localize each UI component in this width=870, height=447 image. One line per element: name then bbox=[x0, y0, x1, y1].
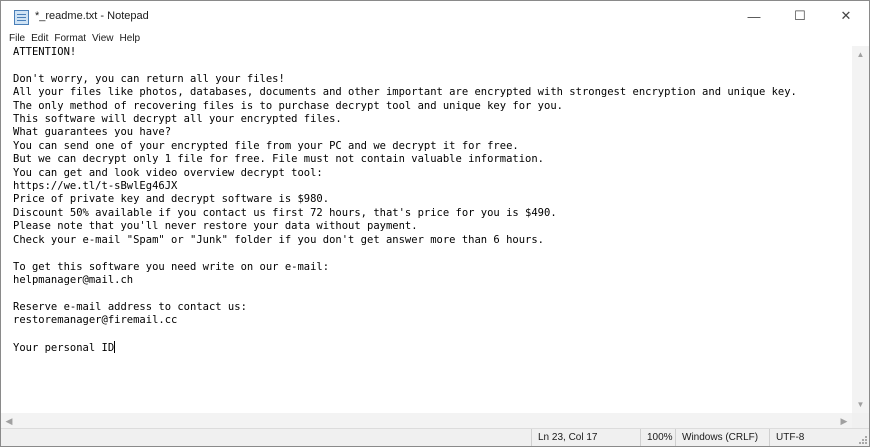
window-title: *_readme.txt - Notepad bbox=[35, 10, 149, 22]
minimize-icon: — bbox=[747, 8, 761, 24]
menu-view[interactable]: View bbox=[89, 33, 117, 44]
line-ending: Windows (CRLF) bbox=[675, 429, 769, 446]
document-body[interactable]: ATTENTION! Don't worry, you can return a… bbox=[13, 46, 797, 355]
status-bar: Ln 23, Col 17 100% Windows (CRLF) UTF-8 bbox=[1, 428, 869, 446]
encoding: UTF-8 bbox=[769, 429, 836, 446]
minimize-button[interactable]: — bbox=[731, 1, 777, 31]
scrollbar-corner bbox=[852, 413, 869, 429]
document-text: ATTENTION! Don't worry, you can return a… bbox=[13, 46, 797, 354]
text-caret bbox=[114, 340, 116, 353]
menu-help[interactable]: Help bbox=[117, 33, 144, 44]
menu-bar: File Edit Format View Help bbox=[1, 31, 869, 46]
cursor-position: Ln 23, Col 17 bbox=[531, 429, 640, 446]
window-controls: — ☐ ✕ bbox=[731, 1, 869, 31]
maximize-button[interactable]: ☐ bbox=[777, 1, 823, 31]
close-button[interactable]: ✕ bbox=[823, 1, 869, 31]
scroll-right-icon[interactable]: ▶ bbox=[836, 413, 852, 429]
scroll-down-icon[interactable]: ▼ bbox=[852, 396, 869, 413]
horizontal-scrollbar[interactable]: ◀ ▶ bbox=[1, 413, 852, 429]
resize-grip-icon[interactable] bbox=[857, 434, 867, 444]
notepad-window: *_readme.txt - Notepad — ☐ ✕ File Edit F… bbox=[0, 0, 870, 447]
scroll-left-icon[interactable]: ◀ bbox=[1, 413, 17, 429]
menu-edit[interactable]: Edit bbox=[28, 33, 51, 44]
close-icon: ✕ bbox=[840, 8, 852, 23]
text-editor[interactable]: ATTENTION! Don't worry, you can return a… bbox=[1, 46, 852, 413]
scroll-up-icon[interactable]: ▲ bbox=[852, 46, 869, 63]
vertical-scrollbar[interactable]: ▲ ▼ bbox=[852, 46, 869, 413]
menu-file[interactable]: File bbox=[1, 33, 28, 44]
menu-format[interactable]: Format bbox=[51, 33, 89, 44]
notepad-icon bbox=[13, 8, 29, 25]
title-bar[interactable]: *_readme.txt - Notepad — ☐ ✕ bbox=[1, 1, 869, 31]
maximize-icon: ☐ bbox=[794, 8, 806, 23]
